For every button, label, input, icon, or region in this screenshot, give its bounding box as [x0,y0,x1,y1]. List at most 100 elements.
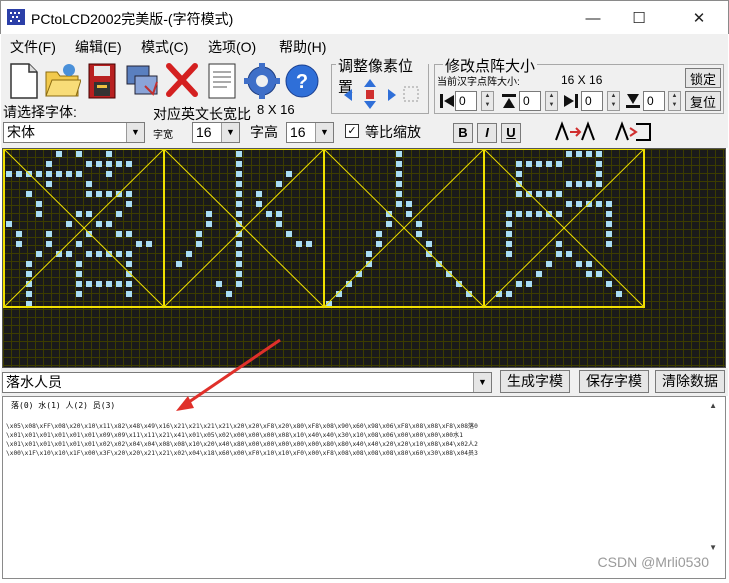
scale-label: 等比缩放 [365,124,421,140]
spin-up-down-top[interactable]: ▲ ▼ [545,91,558,111]
lit-pixel [516,191,522,197]
lit-pixel [566,181,572,187]
lit-pixel [126,291,132,297]
lit-pixel [236,231,242,237]
shrink-left-icon[interactable] [439,93,455,109]
output-line: \x01\x01\x01\x01\x01\x01\x09\x09\x11\x11… [6,432,463,439]
scale-checkbox[interactable]: ✓ [345,124,359,138]
toolbar: ? 调整像素位置 修改点阵大小 当前汉字点阵大小: 16 X 16 锁定 复位 … [1,55,728,148]
chevron-down-icon[interactable]: ▼ [315,123,333,142]
lit-pixel [236,261,242,267]
lit-pixel [96,251,102,257]
lit-pixel [276,211,282,217]
underline-button[interactable]: U [501,123,521,143]
font-combo[interactable]: 宋体 ▼ [3,122,145,143]
lit-pixel [536,161,542,167]
text-input[interactable]: 落水人员 ▼ [2,372,492,393]
aspect-ratio-label: 对应英文长宽比 [153,106,251,122]
maximize-button[interactable]: ☐ [616,1,662,35]
lit-pixel [506,211,512,217]
lit-pixel [516,211,522,217]
shrink-top-icon[interactable] [501,93,517,109]
chevron-down-icon[interactable]: ▼ [473,373,491,392]
menu-file[interactable]: 文件(F) [10,37,56,57]
lock-button[interactable]: 锁定 [685,68,721,88]
open-folder-icon[interactable] [43,60,81,100]
save-font-button[interactable]: 保存字模 [579,370,649,393]
lit-pixel [26,291,32,297]
bold-button[interactable]: B [453,123,473,143]
document-icon[interactable] [203,60,241,100]
lit-pixel [76,271,82,277]
window-title: PCtoLCD2002完美版-(字符模式) [31,11,234,27]
lit-pixel [556,251,562,257]
new-file-icon[interactable] [5,60,43,100]
italic-button[interactable]: I [477,123,497,143]
chevron-down-icon[interactable]: ▼ [126,123,144,142]
lit-pixel [426,251,432,257]
lit-pixel [226,291,232,297]
lit-pixel [36,171,42,177]
char-height-combo[interactable]: 16 ▼ [286,122,334,143]
lit-pixel [46,161,52,167]
lit-pixel [106,191,112,197]
scroll-up-icon[interactable]: ▲ [709,401,717,410]
adjust-arrows-icon[interactable] [340,77,424,111]
char-height-value: 16 [290,124,306,140]
lit-pixel [106,281,112,287]
lit-pixel [16,171,22,177]
lit-pixel [606,221,612,227]
scroll-down-icon[interactable]: ▼ [709,543,717,552]
lcd-pixel-canvas[interactable] [2,148,726,368]
mirror-vertical-icon[interactable] [610,120,656,144]
help-icon[interactable]: ? [283,60,321,100]
menu-options[interactable]: 选项(O) [208,37,256,57]
lit-pixel [596,181,602,187]
lit-pixel [76,171,82,177]
lit-pixel [286,171,292,177]
lit-pixel [606,241,612,247]
delete-x-icon[interactable] [163,60,201,100]
reset-button[interactable]: 复位 [685,91,721,111]
lit-pixel [26,191,32,197]
settings-gear-icon[interactable] [243,60,281,100]
spin-field-bottom[interactable]: 0 [643,91,665,111]
lit-pixel [106,251,112,257]
spin-up-down-right[interactable]: ▲ ▼ [607,91,620,111]
lit-pixel [236,201,242,207]
spin-field-right[interactable]: 0 [581,91,603,111]
adjust-position-group: 调整像素位置 [331,55,429,114]
lit-pixel [546,261,552,267]
lit-pixel [396,171,402,177]
spin-field-left[interactable]: 0 [455,91,477,111]
lit-pixel [296,241,302,247]
lit-pixel [26,261,32,267]
lit-pixel [396,191,402,197]
clear-data-button[interactable]: 清除数据 [655,370,725,393]
menu-mode[interactable]: 模式(C) [141,37,188,57]
output-textarea[interactable]: 落(0) 水(1) 人(2) 员(3) \x05\x08\xFF\x08\x20… [2,396,726,579]
chevron-down-icon[interactable]: ▼ [221,123,239,142]
size-value: 16 X 16 [561,73,603,87]
shrink-bottom-icon[interactable] [625,93,641,109]
mirror-horizontal-icon[interactable] [552,120,598,144]
spin-field-top[interactable]: 0 [519,91,541,111]
minimize-button[interactable]: — [570,1,616,35]
lit-pixel [576,261,582,267]
lit-pixel [546,161,552,167]
lit-pixel [206,221,212,227]
shrink-right-icon[interactable] [563,93,579,109]
spin-up-down-left[interactable]: ▲ ▼ [481,91,494,111]
import-icon[interactable] [123,60,161,100]
menu-edit[interactable]: 编辑(E) [75,37,122,57]
close-button[interactable]: ✕ [676,1,722,35]
lit-pixel [36,201,42,207]
menu-help[interactable]: 帮助(H) [279,37,326,57]
lit-pixel [96,161,102,167]
spin-up-down-bottom[interactable]: ▲ ▼ [668,91,681,111]
save-disk-icon[interactable] [83,60,121,100]
lit-pixel [196,231,202,237]
generate-button[interactable]: 生成字模 [500,370,570,393]
char-width-combo[interactable]: 16 ▼ [192,122,240,143]
lit-pixel [126,191,132,197]
